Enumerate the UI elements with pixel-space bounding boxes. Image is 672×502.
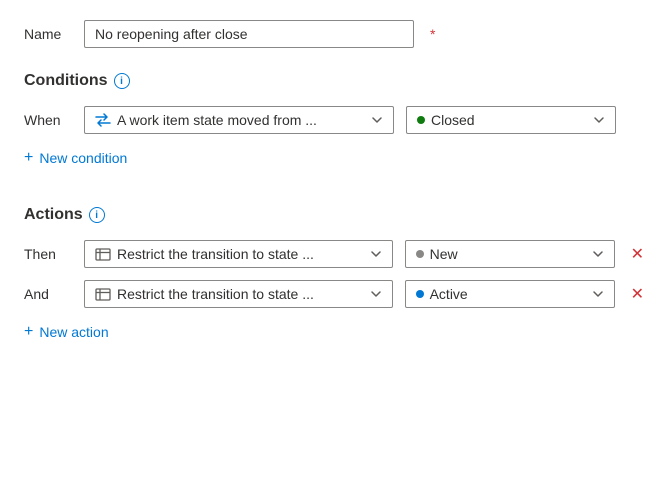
when-dropdown-text: A work item state moved from ... xyxy=(95,112,317,128)
restrict-dropdown-text-0: Restrict the transition to state ... xyxy=(95,246,314,262)
restrict-icon-0 xyxy=(95,247,111,261)
state-dropdown-chevron-1 xyxy=(592,288,604,300)
closed-dropdown-text: Closed xyxy=(417,112,475,128)
state-dropdown-text-0: New xyxy=(416,246,458,262)
actions-title: Actions xyxy=(24,206,83,224)
name-input[interactable] xyxy=(84,20,414,48)
conditions-section: Conditions i When A work item state move… xyxy=(24,72,648,170)
closed-dropdown-label: Closed xyxy=(431,112,475,128)
new-action-button[interactable]: + New action xyxy=(24,320,109,344)
restrict-dropdown-chevron-0 xyxy=(370,248,382,260)
state-dropdown-1[interactable]: Active xyxy=(405,280,615,308)
closed-status-dot xyxy=(417,116,425,124)
restrict-dropdown-text-1: Restrict the transition to state ... xyxy=(95,286,314,302)
state-dot-1 xyxy=(416,290,424,298)
conditions-title: Conditions xyxy=(24,72,108,90)
required-star: * xyxy=(430,26,435,42)
actions-info-icon[interactable]: i xyxy=(89,207,105,223)
state-dot-0 xyxy=(416,250,424,258)
conditions-info-icon[interactable]: i xyxy=(114,73,130,89)
when-row: When A work item state moved from ... Cl… xyxy=(24,106,648,134)
state-dropdown-label-0: New xyxy=(430,246,458,262)
restrict-icon-1 xyxy=(95,287,111,301)
name-label: Name xyxy=(24,26,72,42)
restrict-dropdown-chevron-1 xyxy=(370,288,382,300)
closed-dropdown[interactable]: Closed xyxy=(406,106,616,134)
swap-icon xyxy=(95,113,111,127)
restrict-dropdown-label-0: Restrict the transition to state ... xyxy=(117,246,314,262)
new-condition-plus: + xyxy=(24,150,33,166)
when-dropdown[interactable]: A work item state moved from ... xyxy=(84,106,394,134)
new-condition-button[interactable]: + New condition xyxy=(24,146,127,170)
state-dropdown-text-1: Active xyxy=(416,286,468,302)
restrict-dropdown-1[interactable]: Restrict the transition to state ... xyxy=(84,280,393,308)
action-row-label-1: And xyxy=(24,286,72,302)
name-row: Name * xyxy=(24,20,648,48)
closed-dropdown-chevron xyxy=(593,114,605,126)
restrict-dropdown-0[interactable]: Restrict the transition to state ... xyxy=(84,240,393,268)
when-dropdown-chevron xyxy=(371,114,383,126)
when-label: When xyxy=(24,112,72,128)
action-row: And Restrict the transition to state ... xyxy=(24,280,648,308)
conditions-header: Conditions i xyxy=(24,72,648,90)
action-rows: Then Restrict the transition to state ..… xyxy=(24,240,648,308)
delete-action-button-1[interactable]: ✕ xyxy=(627,280,648,308)
actions-section: Actions i Then Restrict the transition t… xyxy=(24,206,648,344)
state-dropdown-label-1: Active xyxy=(430,286,468,302)
when-dropdown-label: A work item state moved from ... xyxy=(117,112,317,128)
state-dropdown-chevron-0 xyxy=(592,248,604,260)
name-input-wrap xyxy=(84,20,414,48)
actions-header: Actions i xyxy=(24,206,648,224)
new-action-label: New action xyxy=(39,324,108,340)
state-dropdown-0[interactable]: New xyxy=(405,240,615,268)
delete-action-button-0[interactable]: ✕ xyxy=(627,240,648,268)
new-condition-label: New condition xyxy=(39,150,127,166)
restrict-dropdown-label-1: Restrict the transition to state ... xyxy=(117,286,314,302)
new-action-plus: + xyxy=(24,324,33,340)
action-row: Then Restrict the transition to state ..… xyxy=(24,240,648,268)
action-row-label-0: Then xyxy=(24,246,72,262)
